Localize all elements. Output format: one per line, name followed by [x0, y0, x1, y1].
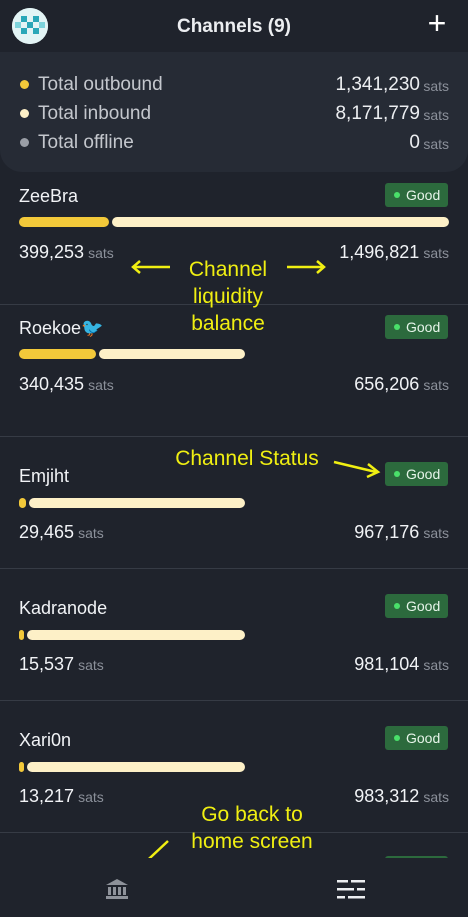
channel-name: Roekoe🐦 [19, 318, 104, 338]
inbound-segment [112, 217, 449, 227]
status-label: Good [406, 319, 441, 335]
summary-unit: sats [423, 78, 449, 94]
liquidity-bar [19, 630, 245, 640]
outbound-segment [19, 217, 109, 227]
status-dot-icon [394, 735, 400, 741]
outbound-amount: 29,465 sats [19, 522, 104, 542]
arrow-left-icon [131, 260, 170, 274]
inbound-segment [29, 498, 245, 508]
status-dot-icon [394, 603, 400, 609]
outbound-segment [19, 630, 24, 640]
liquidity-bar [19, 349, 245, 359]
summary-label: Total outbound [38, 74, 163, 95]
offline-dot-icon [20, 138, 29, 147]
status-label: Good [406, 730, 441, 746]
outbound-amount: 15,537 sats [19, 654, 104, 674]
status-label: Good [406, 466, 441, 482]
annotation-status: Channel Status [175, 447, 319, 470]
inbound-amount: 981,104 sats [354, 654, 449, 674]
inbound-dot-icon [20, 109, 29, 118]
liquidity-bar [19, 217, 449, 227]
header: Channels (9) + [0, 0, 468, 52]
inbound-segment [99, 349, 245, 359]
summary-label: Total inbound [38, 103, 152, 124]
arrow-status-icon [333, 460, 381, 479]
summary-value: 8,171,779 [335, 103, 420, 124]
status-badge: Good [385, 315, 448, 339]
liquidity-bar [19, 762, 245, 772]
summary-value: 1,341,230 [335, 74, 420, 95]
outbound-dot-icon [20, 80, 29, 89]
outbound-segment [19, 762, 24, 772]
inbound-amount: 983,312 sats [354, 786, 449, 806]
annotation-home: Go back to home screen [191, 803, 313, 853]
outbound-amount: 340,435 sats [19, 374, 114, 394]
outbound-segment [19, 498, 26, 508]
bank-icon[interactable] [105, 878, 129, 900]
status-badge: Good [385, 594, 448, 618]
outbound-amount: 13,217 sats [19, 786, 104, 806]
summary-row-inbound: Total inbound 8,171,779 sats [0, 101, 468, 127]
status-dot-icon [394, 471, 400, 477]
channel-name: Kadranode [19, 598, 108, 618]
annotation-liquidity: Channel liquidity balance [188, 258, 268, 335]
inbound-amount: 656,206 sats [354, 374, 449, 394]
channel-name: Emjiht [19, 466, 70, 486]
inbound-amount: 1,496,821 sats [339, 242, 449, 262]
outbound-amount: 399,253 sats [19, 242, 114, 262]
summary-label: Total offline [38, 132, 134, 153]
inbound-amount: 967,176 sats [354, 522, 449, 542]
status-label: Good [406, 598, 441, 614]
summary-value: 0 [409, 132, 420, 153]
balance-summary: Total outbound 1,341,230 sats Total inbo… [0, 52, 468, 172]
channels-list-icon[interactable] [336, 878, 366, 900]
inbound-segment [27, 762, 245, 772]
channel-name: ZeeBra [19, 186, 79, 206]
status-badge: Good [385, 462, 448, 486]
plus-icon[interactable]: + [424, 6, 450, 40]
liquidity-bar [19, 498, 245, 508]
summary-row-outbound: Total outbound 1,341,230 sats [0, 72, 468, 98]
status-badge: Good [385, 726, 448, 750]
channel-item[interactable]: Kadranode Good 15,537 sats 981,104 sats [0, 568, 468, 701]
arrow-right-icon [287, 260, 326, 274]
page-title: Channels (9) [176, 16, 292, 37]
status-label: Good [406, 187, 441, 203]
summary-unit: sats [423, 136, 449, 152]
channel-name: Xari0n [19, 730, 72, 750]
status-dot-icon [394, 192, 400, 198]
status-badge: Good [385, 183, 448, 207]
summary-row-offline: Total offline 0 sats [0, 130, 468, 156]
inbound-segment [27, 630, 245, 640]
summary-unit: sats [423, 107, 449, 123]
outbound-segment [19, 349, 96, 359]
bottom-navigation [0, 858, 468, 917]
status-dot-icon [394, 324, 400, 330]
